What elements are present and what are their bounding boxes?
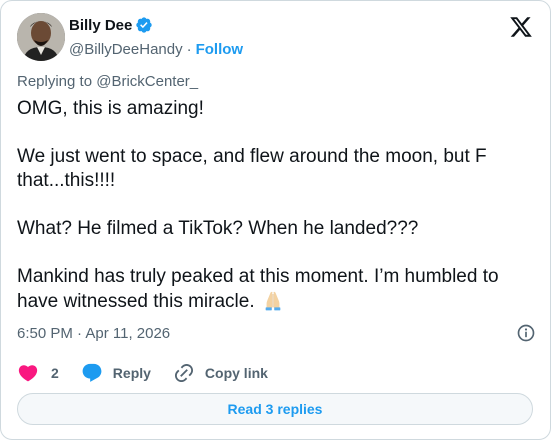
reply-bubble-icon (82, 363, 102, 382)
x-logo-icon[interactable] (508, 15, 534, 39)
folded-hands-icon (265, 291, 281, 311)
action-bar: 2 Reply Copy link (17, 361, 290, 385)
like-count: 2 (51, 365, 59, 381)
heart-icon (18, 365, 38, 382)
read-replies-button[interactable]: Read 3 replies (17, 393, 533, 425)
author-handle[interactable]: @BillyDeeHandy (69, 41, 183, 58)
reply-button[interactable]: Reply (81, 362, 151, 384)
tweet-paragraph: What? He filmed a TikTok? When he landed… (17, 218, 419, 239)
author-info: Billy Dee @BillyDeeHandy · Follow (69, 15, 243, 59)
replying-prefix: Replying to (17, 73, 97, 90)
copy-link-button[interactable]: Copy link (173, 362, 268, 384)
tweet-paragraph-text: Mankind has truly peaked at this moment.… (17, 266, 499, 312)
tweet-meta: 6:50 PM · Apr 11, 2026 (17, 323, 536, 343)
tweet-paragraph: We just went to space, and flew around t… (17, 146, 487, 191)
tweet-header: Billy Dee @BillyDeeHandy · Follow (17, 13, 536, 61)
tweet-paragraph-last: Mankind has truly peaked at this moment.… (17, 265, 536, 314)
follow-button[interactable]: Follow (196, 41, 244, 58)
like-button[interactable]: 2 (17, 362, 59, 384)
timestamp[interactable]: 6:50 PM · Apr 11, 2026 (17, 325, 170, 342)
avatar[interactable] (17, 13, 65, 61)
tweet-card: Billy Dee @BillyDeeHandy · Follow Replyi… (0, 0, 551, 440)
replying-to: Replying to @BrickCenter_ (17, 73, 198, 90)
link-icon (174, 363, 193, 383)
avatar-image (17, 13, 65, 61)
tweet-text: OMG, this is amazing! We just went to sp… (17, 97, 536, 314)
tweet-paragraph: OMG, this is amazing! (17, 98, 204, 119)
copy-link-label: Copy link (204, 365, 268, 381)
info-icon[interactable] (516, 323, 536, 343)
replying-handle[interactable]: @BrickCenter_ (96, 73, 198, 90)
read-replies-label: Read 3 replies (227, 401, 323, 417)
separator-dot: · (186, 40, 192, 58)
reply-label: Reply (112, 365, 151, 381)
display-name[interactable]: Billy Dee (69, 17, 132, 34)
verified-badge-icon (136, 17, 153, 33)
